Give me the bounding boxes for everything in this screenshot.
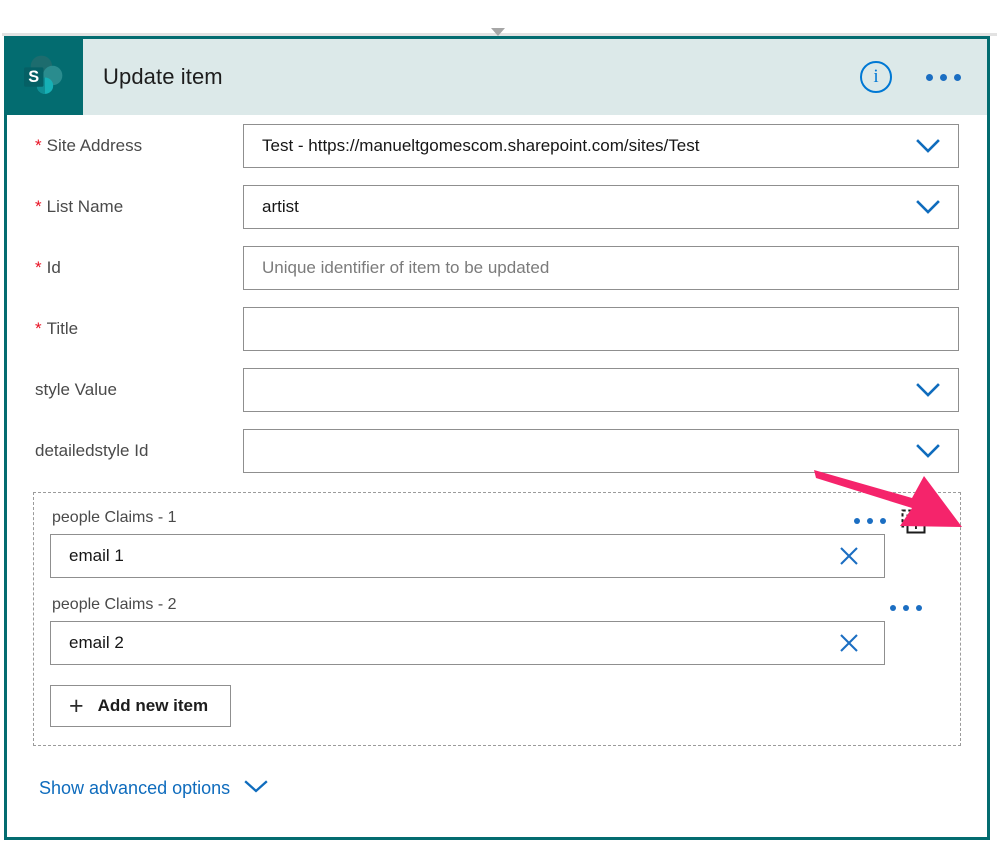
field-label-style-value: style Value <box>35 380 243 400</box>
style-value-input[interactable] <box>243 367 959 412</box>
people-claims-1-input[interactable]: email 1 <box>50 534 885 578</box>
people-claims-2-more-icon[interactable] <box>888 600 924 616</box>
label-text: Site Address <box>46 135 143 155</box>
label-text: List Name <box>46 196 124 216</box>
list-name-value: artist <box>262 196 299 216</box>
action-card-body: * Site Address Test - https://manueltgom… <box>7 115 987 837</box>
id-input[interactable]: Unique identifier of item to be updated <box>243 245 959 290</box>
svg-text:S: S <box>28 68 39 86</box>
label-text: style Value <box>35 379 117 399</box>
id-placeholder: Unique identifier of item to be updated <box>262 257 550 277</box>
show-advanced-options-label: Show advanced options <box>39 778 231 798</box>
sharepoint-logo-tile: S <box>7 39 83 115</box>
close-x-icon[interactable] <box>838 632 860 654</box>
required-asterisk: * <box>35 196 42 216</box>
ellipsis-dot <box>903 605 909 611</box>
people-claims-repeating-section: people Claims - 1 T email 1 people Claim… <box>33 492 961 746</box>
label-text: detailedstyle Id <box>35 440 149 460</box>
people-claims-1-value: email 1 <box>69 546 124 565</box>
field-row-list-name: * List Name artist <box>7 176 987 237</box>
site-address-input[interactable]: Test - https://manueltgomescom.sharepoin… <box>243 123 959 168</box>
title-input[interactable] <box>243 306 959 351</box>
field-label-site-address: * Site Address <box>35 136 243 156</box>
close-x-icon[interactable] <box>838 545 860 567</box>
chevron-down-icon[interactable] <box>916 443 940 458</box>
info-glyph: i <box>873 66 879 87</box>
update-item-action-card: S Update item i * Site Address Test - ht… <box>4 36 990 840</box>
header-actions: i <box>860 61 987 93</box>
people-claims-2-input[interactable]: email 2 <box>50 621 885 665</box>
field-label-list-name: * List Name <box>35 197 243 217</box>
list-name-input[interactable]: artist <box>243 184 959 229</box>
required-asterisk: * <box>35 257 42 277</box>
people-claims-2-label: people Claims - 2 <box>52 596 177 613</box>
people-claims-2-value: email 2 <box>69 633 124 652</box>
required-asterisk: * <box>35 318 42 338</box>
people-claims-item-1: people Claims - 1 T email 1 <box>50 509 940 578</box>
field-row-id: * Id Unique identifier of item to be upd… <box>7 237 987 298</box>
chevron-down-icon <box>244 779 268 798</box>
field-label-id: * Id <box>35 258 243 278</box>
info-icon[interactable]: i <box>860 61 892 93</box>
ellipsis-dot <box>867 518 873 524</box>
plus-icon: + <box>69 691 84 720</box>
field-row-title: * Title <box>7 298 987 359</box>
header-more-menu-icon[interactable] <box>924 68 963 87</box>
ellipsis-dot <box>954 73 961 81</box>
dynamic-content-text-icon[interactable]: T <box>898 507 928 537</box>
ellipsis-dot <box>926 73 933 81</box>
screenshot-root: S Update item i * Site Address Test - ht… <box>0 0 999 848</box>
chevron-down-icon[interactable] <box>916 138 940 153</box>
people-claims-1-more-icon[interactable] <box>852 513 888 529</box>
detailedstyle-id-input[interactable] <box>243 428 959 473</box>
field-row-style-value: style Value <box>7 359 987 420</box>
svg-text:T: T <box>912 517 920 532</box>
ellipsis-dot <box>916 605 922 611</box>
site-address-value: Test - https://manueltgomescom.sharepoin… <box>262 135 700 155</box>
label-text: Title <box>46 318 79 338</box>
required-asterisk: * <box>35 135 42 155</box>
ellipsis-dot <box>940 73 947 81</box>
people-claims-item-2: people Claims - 2 email 2 <box>50 596 940 665</box>
add-new-item-label: Add new item <box>97 696 209 715</box>
field-row-detailedstyle-id: detailedstyle Id <box>7 420 987 481</box>
label-text: Id <box>46 257 61 277</box>
action-title: Update item <box>103 64 223 89</box>
show-advanced-options-link[interactable]: Show advanced options <box>39 778 268 799</box>
chevron-down-icon[interactable] <box>916 199 940 214</box>
ellipsis-dot <box>890 605 896 611</box>
field-label-detailedstyle-id: detailedstyle Id <box>35 441 243 461</box>
field-row-site-address: * Site Address Test - https://manueltgom… <box>7 115 987 176</box>
sharepoint-logo-icon: S <box>24 55 63 94</box>
field-label-title: * Title <box>35 319 243 339</box>
chevron-down-icon[interactable] <box>916 382 940 397</box>
action-card-header: S Update item i <box>7 39 987 115</box>
ellipsis-dot <box>854 518 860 524</box>
ellipsis-dot <box>880 518 886 524</box>
people-claims-1-label: people Claims - 1 <box>52 509 177 526</box>
add-new-item-button[interactable]: + Add new item <box>50 685 232 727</box>
